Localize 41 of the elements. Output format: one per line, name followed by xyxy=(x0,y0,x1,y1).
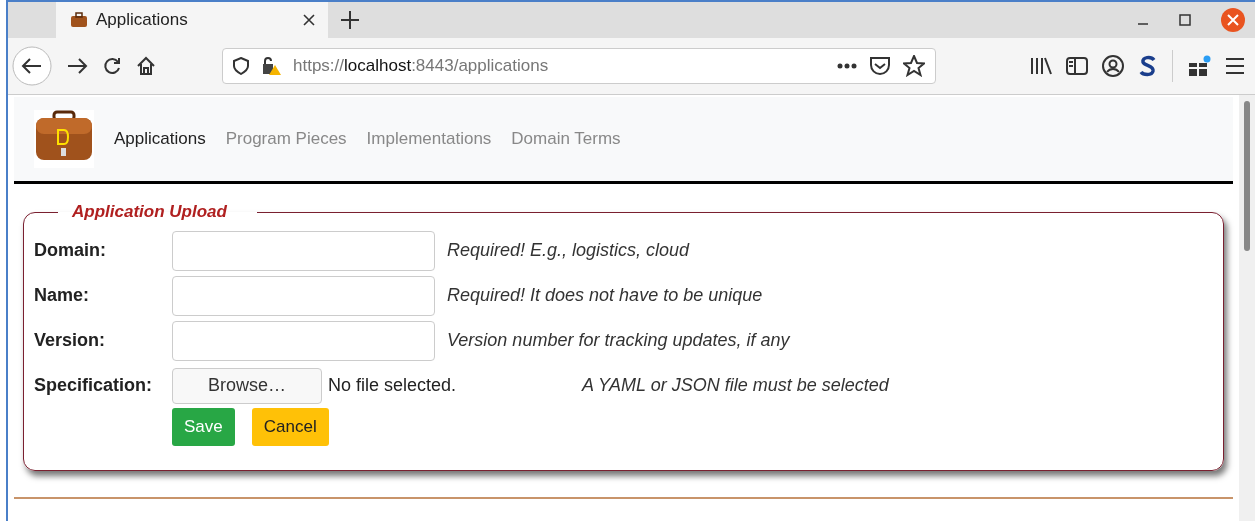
maximize-icon[interactable] xyxy=(1179,14,1191,26)
url-text: https://localhost:8443/applications xyxy=(293,56,549,76)
field-label: Domain: xyxy=(34,240,107,261)
insecure-lock-icon xyxy=(261,56,281,76)
address-bar[interactable]: https://localhost:8443/applications xyxy=(222,48,936,84)
nav-link[interactable]: Applications xyxy=(114,129,206,149)
scrollbar[interactable] xyxy=(1239,95,1255,521)
s-extension-icon[interactable] xyxy=(1138,55,1158,77)
briefcase-icon xyxy=(70,12,88,28)
sidebar-icon[interactable] xyxy=(1066,56,1088,76)
browser-tab[interactable]: Applications xyxy=(56,2,328,38)
file-status: No file selected. xyxy=(328,375,458,396)
field-hint: Version number for tracking updates, if any xyxy=(447,330,790,351)
field-label: Version: xyxy=(34,330,107,351)
star-icon[interactable] xyxy=(903,55,925,77)
library-icon[interactable] xyxy=(1030,56,1052,76)
home-icon[interactable] xyxy=(136,56,156,76)
menu-icon[interactable] xyxy=(1225,57,1245,75)
reload-icon[interactable] xyxy=(102,56,122,76)
field-hint: A YAML or JSON file must be selected xyxy=(582,375,889,396)
pocket-icon[interactable] xyxy=(869,56,891,76)
browse-button[interactable]: Browse… xyxy=(172,367,322,404)
forward-icon[interactable] xyxy=(66,56,88,76)
text-input[interactable] xyxy=(172,320,435,361)
tab-title: Applications xyxy=(96,10,188,30)
field-label: Name: xyxy=(34,285,91,306)
field-label: Specification: xyxy=(34,375,154,396)
form-legend: Application Upload xyxy=(58,202,257,222)
field-hint: Required! It does not have to be unique xyxy=(447,285,763,306)
more-icon[interactable] xyxy=(837,63,857,69)
account-icon[interactable] xyxy=(1102,55,1124,77)
text-input[interactable] xyxy=(172,230,435,271)
gift-icon[interactable] xyxy=(1187,55,1211,77)
field-hint: Required! E.g., logistics, cloud xyxy=(447,240,690,261)
close-icon[interactable] xyxy=(302,13,316,27)
plus-icon[interactable] xyxy=(340,10,360,30)
text-input[interactable] xyxy=(172,275,435,316)
briefcase-logo-icon xyxy=(34,110,94,168)
back-icon[interactable] xyxy=(12,46,52,86)
shield-icon xyxy=(233,57,249,75)
cancel-button[interactable]: Cancel xyxy=(251,408,329,446)
